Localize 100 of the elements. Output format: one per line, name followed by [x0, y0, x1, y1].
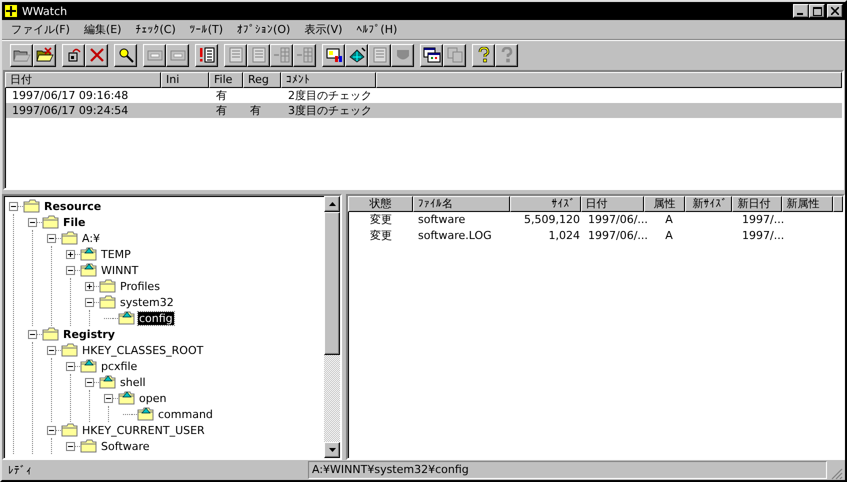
collapse-button[interactable] [28, 218, 37, 226]
expand-button[interactable] [66, 250, 75, 258]
menu-item[interactable]: ファイル(F) [6, 22, 79, 37]
up-arrow-icon [328, 202, 336, 206]
table-cell: A [665, 213, 673, 226]
doc-icon [250, 47, 268, 63]
tree-item[interactable]: Resource [43, 200, 102, 212]
column-header[interactable]: File [209, 72, 243, 88]
tree-item[interactable]: File [62, 216, 87, 228]
expand-button[interactable] [85, 282, 94, 290]
table-cell: 2度目のチェック [288, 89, 372, 102]
table-cell: 有 [216, 89, 227, 102]
table-cell: software [418, 213, 466, 226]
menu-item[interactable]: ｵﾌﾟｼｮﾝ(O) [232, 23, 300, 36]
tree-item[interactable]: system32 [119, 296, 175, 308]
column-header[interactable]: Ini [161, 72, 209, 88]
table-cell: 3度目のチェック [288, 104, 372, 117]
column-header[interactable]: ｺﾒﾝﾄ [281, 72, 376, 88]
toolbar-button[interactable] [420, 44, 443, 66]
table-cell: 1997/06/... [588, 229, 648, 242]
table-cell: 有 [216, 104, 227, 117]
table-cell: 変更 [370, 213, 392, 226]
column-header[interactable]: 日付 [5, 72, 161, 88]
toolbar-button[interactable] [472, 44, 495, 66]
table-cell: 1997/06/... [588, 213, 648, 226]
menu-item[interactable]: 編集(E) [78, 22, 130, 37]
column-header[interactable]: 新属性 [782, 196, 833, 212]
tree-item[interactable]: WINNT [100, 264, 140, 276]
tree-item[interactable]: Software [100, 440, 150, 452]
tree-item[interactable]: Profiles [119, 280, 161, 292]
table-cell: 1997/... [742, 213, 784, 226]
close-button[interactable] [827, 4, 843, 18]
down-arrow-icon [328, 448, 336, 452]
tree-item[interactable]: HKEY_CURRENT_USER [81, 424, 206, 436]
column-header[interactable]: Reg [243, 72, 281, 88]
collapse-button[interactable] [66, 442, 75, 450]
tree-item[interactable]: HKEY_CLASSES_ROOT [81, 344, 204, 356]
column-header[interactable]: 新日付 [732, 196, 782, 212]
column-header[interactable]: 日付 [580, 196, 644, 212]
column-header[interactable]: ｻｲｽﾞ [510, 196, 580, 212]
history-row[interactable]: 1997/06/17 09:16:48 有 2度目のチェック [6, 88, 842, 103]
copy-icon [446, 47, 464, 63]
toolbar-button[interactable] [322, 44, 345, 66]
collapse-button[interactable] [47, 346, 56, 354]
table-cell: 5,509,120 [524, 213, 580, 226]
tree-item[interactable]: config [138, 312, 174, 324]
toolbar-button[interactable] [114, 44, 137, 66]
column-header[interactable]: ﾌｧｲﾙ名 [413, 196, 510, 212]
history-row[interactable]: 1997/06/17 09:24:54 有 有 3度目のチェック [6, 103, 842, 118]
collapse-button[interactable] [85, 378, 94, 386]
scroll-up-button[interactable] [324, 196, 340, 212]
status-message: ﾚﾃﾞｨ [7, 464, 33, 476]
table-cell: 1,024 [548, 229, 580, 242]
windows-icon [422, 47, 440, 63]
menu-item[interactable]: ﾁｪｯｸ(C) [130, 23, 185, 36]
collapse-button[interactable] [104, 394, 113, 402]
tree-item[interactable]: TEMP [100, 248, 132, 260]
table-cell: A [665, 229, 673, 242]
column-header[interactable]: 新ｻｲｽﾞ [685, 196, 732, 212]
doc-icon [370, 47, 388, 63]
tree-item[interactable]: open [138, 392, 168, 404]
status-path: A:¥WINNT¥system32¥config [308, 461, 827, 479]
scroll-thumb[interactable] [324, 212, 340, 355]
resize-grip-icon[interactable] [831, 468, 843, 480]
maximize-icon [812, 6, 822, 16]
toolbar-button[interactable] [62, 44, 85, 66]
menu-item[interactable]: ﾂｰﾙ(T) [184, 23, 232, 36]
column-header[interactable]: 状態 [348, 196, 414, 212]
collapse-button[interactable] [85, 298, 94, 306]
form-icon [226, 47, 244, 63]
tree-item[interactable]: A:¥ [81, 232, 102, 244]
table-cell: 変更 [370, 229, 392, 242]
toolbar-button[interactable] [85, 44, 108, 66]
toolbar-button[interactable] [195, 44, 218, 66]
collapse-button[interactable] [47, 426, 56, 434]
menu-item[interactable]: 表示(V) [299, 22, 352, 37]
window-title: WWatch [22, 4, 68, 18]
tree-item[interactable]: pcxfile [100, 360, 138, 372]
maximize-button[interactable] [809, 4, 825, 18]
scrollbar[interactable] [324, 196, 340, 458]
open-x-icon [36, 47, 54, 63]
scroll-down-button[interactable] [324, 442, 340, 458]
toolbar-button[interactable] [345, 44, 368, 66]
collapse-button[interactable] [66, 266, 75, 274]
toolbar-button[interactable] [33, 44, 56, 66]
collapse-button[interactable] [66, 362, 75, 370]
tree-item[interactable]: shell [119, 376, 147, 388]
column-header[interactable]: 属性 [644, 196, 686, 212]
search-icon [116, 47, 134, 63]
minimize-button[interactable] [793, 4, 809, 18]
alert-list-icon [198, 47, 216, 63]
menu-item[interactable]: ﾍﾙﾌﾟ(H) [351, 23, 406, 36]
tree-item[interactable]: command [157, 408, 214, 420]
collapse-button[interactable] [28, 330, 37, 338]
tree-item[interactable]: Registry [62, 328, 116, 340]
close-icon [831, 7, 839, 15]
table-cell: 1997/06/17 09:16:48 [12, 89, 128, 102]
collapse-button[interactable] [47, 234, 56, 242]
table-cell: 1997/... [742, 229, 784, 242]
collapse-button[interactable] [9, 202, 18, 210]
